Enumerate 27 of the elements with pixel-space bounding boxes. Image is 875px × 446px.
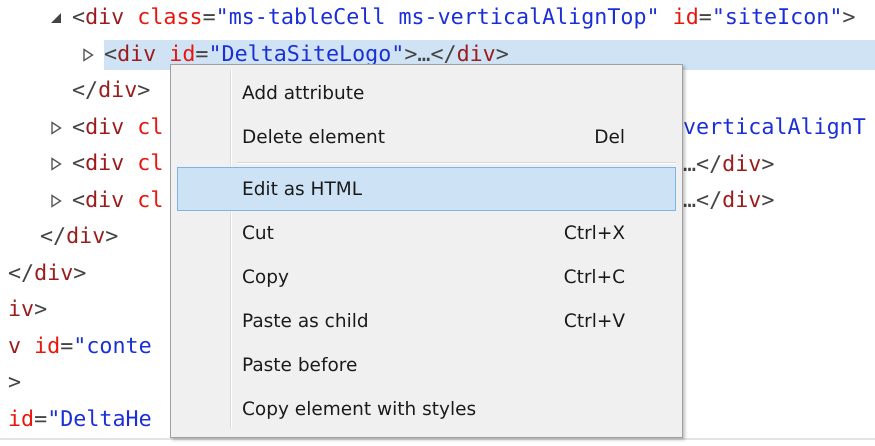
menu-item[interactable]: Copy element with styles: [177, 387, 676, 431]
menu-item[interactable]: Paste before: [177, 343, 676, 387]
menu-item[interactable]: Delete element Del: [177, 115, 676, 159]
code-line[interactable]: <div cl: [72, 186, 164, 216]
menu-item[interactable]: Edit as HTML: [177, 167, 676, 211]
code-line-end: …</div>: [683, 188, 776, 214]
code-line[interactable]: </div>: [40, 222, 118, 252]
code-line[interactable]: >: [8, 368, 22, 398]
collapsed-triangle-icon[interactable]: [50, 194, 62, 208]
code-line[interactable]: <div cl: [72, 112, 164, 143]
code-line[interactable]: <div class="ms-tableCell ms-verticalAlignTop" id="siteIcon">: [72, 3, 856, 34]
code-line[interactable]: v id="conte: [8, 332, 152, 362]
code-line[interactable]: id="DeltaHe: [8, 404, 152, 435]
menu-item[interactable]: Add attribute: [177, 71, 676, 115]
code-line[interactable]: <div cl: [72, 149, 164, 180]
collapsed-triangle-icon[interactable]: [82, 48, 94, 62]
code-line-end: verticalAlignT: [683, 115, 867, 140]
menu-item[interactable]: Cut Ctrl+X: [177, 211, 676, 255]
menu-item[interactable]: Paste as child Ctrl+V: [177, 299, 676, 343]
code-line[interactable]: </div>: [72, 76, 150, 106]
code-line[interactable]: </div>: [8, 258, 86, 289]
collapsed-triangle-icon[interactable]: [50, 157, 62, 172]
menu-item[interactable]: Copy Ctrl+C: [177, 255, 676, 299]
expanded-triangle-icon[interactable]: [50, 11, 62, 26]
code-line-end: …</div>: [683, 152, 776, 177]
code-line[interactable]: iv>: [8, 295, 48, 326]
collapsed-triangle-icon[interactable]: [50, 120, 62, 135]
